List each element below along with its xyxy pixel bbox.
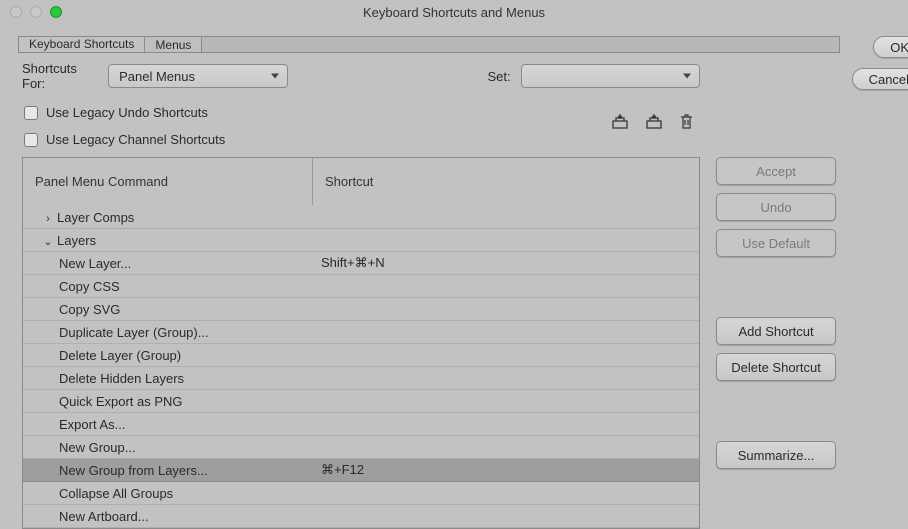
row-label: New Group... bbox=[59, 440, 136, 455]
accept-button[interactable]: Accept bbox=[716, 157, 836, 185]
row-shortcut: ⌘+F12 bbox=[313, 462, 699, 478]
table-row[interactable]: Collapse All Groups bbox=[23, 482, 699, 505]
new-set-icon[interactable] bbox=[611, 113, 629, 131]
middle-buttons: Accept Undo Use Default Add Shortcut Del… bbox=[716, 155, 836, 529]
zoom-window-button[interactable] bbox=[50, 6, 62, 18]
row-label: New Artboard... bbox=[59, 509, 149, 524]
table-row[interactable]: New Group from Layers... ⌘+F12 bbox=[23, 459, 699, 482]
shortcuts-for-value: Panel Menus bbox=[119, 69, 195, 84]
row-label: Copy CSS bbox=[59, 279, 120, 294]
table-row[interactable]: Export As... bbox=[23, 413, 699, 436]
row-label: New Layer... bbox=[59, 256, 131, 271]
use-default-button[interactable]: Use Default bbox=[716, 229, 836, 257]
right-column: OK Cancel bbox=[864, 36, 908, 526]
table-header: Panel Menu Command Shortcut bbox=[23, 158, 699, 206]
window-controls bbox=[10, 6, 62, 18]
main-column: Keyboard Shortcuts Menus Shortcuts For: … bbox=[18, 36, 840, 526]
row-label: New Group from Layers... bbox=[59, 463, 208, 478]
table-row[interactable]: › Layer Comps bbox=[23, 206, 699, 229]
set-label: Set: bbox=[488, 69, 511, 84]
row-label: Layers bbox=[57, 233, 96, 248]
ok-button[interactable]: OK bbox=[873, 36, 908, 58]
tab-menus[interactable]: Menus bbox=[145, 37, 202, 52]
table-body[interactable]: › Layer Comps ⌄ Layers New Layer... Shift+⌘+N… bbox=[23, 206, 699, 528]
table-row[interactable]: Copy CSS bbox=[23, 275, 699, 298]
add-shortcut-button[interactable]: Add Shortcut bbox=[716, 317, 836, 345]
table-row[interactable]: Duplicate Layer (Group)... bbox=[23, 321, 699, 344]
table-row[interactable]: Quick Export as PNG bbox=[23, 390, 699, 413]
set-action-icons bbox=[611, 113, 694, 131]
row-shortcut: Shift+⌘+N bbox=[313, 255, 699, 271]
row-label: Delete Layer (Group) bbox=[59, 348, 181, 363]
row-label: Delete Hidden Layers bbox=[59, 371, 184, 386]
minimize-window-button[interactable] bbox=[30, 6, 42, 18]
legacy-channel-label: Use Legacy Channel Shortcuts bbox=[46, 132, 225, 147]
legacy-channel-checkbox[interactable] bbox=[24, 133, 38, 147]
tab-keyboard-shortcuts[interactable]: Keyboard Shortcuts bbox=[19, 37, 145, 52]
chevron-down-icon[interactable]: ⌄ bbox=[43, 235, 53, 248]
row-label: Export As... bbox=[59, 417, 125, 432]
window-title: Keyboard Shortcuts and Menus bbox=[0, 5, 908, 20]
save-set-icon[interactable] bbox=[645, 113, 663, 131]
table-row[interactable]: New Artboard... bbox=[23, 505, 699, 528]
table-row[interactable]: Copy SVG bbox=[23, 298, 699, 321]
table-row[interactable]: Delete Hidden Layers bbox=[23, 367, 699, 390]
table-row[interactable]: ⌄ Layers bbox=[23, 229, 699, 252]
chevron-right-icon[interactable]: › bbox=[43, 213, 53, 225]
tab-strip: Keyboard Shortcuts Menus bbox=[18, 36, 840, 53]
table-row[interactable]: Delete Layer (Group) bbox=[23, 344, 699, 367]
shortcuts-for-label: Shortcuts For: bbox=[22, 61, 98, 91]
close-window-button[interactable] bbox=[10, 6, 22, 18]
set-dropdown[interactable] bbox=[521, 64, 700, 88]
undo-button[interactable]: Undo bbox=[716, 193, 836, 221]
delete-set-icon[interactable] bbox=[679, 113, 694, 131]
header-shortcut: Shortcut bbox=[313, 174, 699, 189]
legacy-undo-checkbox[interactable] bbox=[24, 106, 38, 120]
shortcuts-for-dropdown[interactable]: Panel Menus bbox=[108, 64, 287, 88]
row-label: Duplicate Layer (Group)... bbox=[59, 325, 209, 340]
row-label: Layer Comps bbox=[57, 210, 134, 225]
dialog-content: Keyboard Shortcuts Menus Shortcuts For: … bbox=[0, 24, 908, 526]
row-label: Copy SVG bbox=[59, 302, 120, 317]
row-label: Collapse All Groups bbox=[59, 486, 173, 501]
titlebar: Keyboard Shortcuts and Menus bbox=[0, 0, 908, 24]
header-command: Panel Menu Command bbox=[23, 158, 313, 205]
shortcuts-table: Panel Menu Command Shortcut › Layer Comps… bbox=[22, 157, 700, 529]
delete-shortcut-button[interactable]: Delete Shortcut bbox=[716, 353, 836, 381]
legacy-undo-label: Use Legacy Undo Shortcuts bbox=[46, 105, 208, 120]
table-row[interactable]: New Layer... Shift+⌘+N bbox=[23, 252, 699, 275]
row-label: Quick Export as PNG bbox=[59, 394, 183, 409]
table-row[interactable]: New Group... bbox=[23, 436, 699, 459]
summarize-button[interactable]: Summarize... bbox=[716, 441, 836, 469]
cancel-button[interactable]: Cancel bbox=[852, 68, 908, 90]
